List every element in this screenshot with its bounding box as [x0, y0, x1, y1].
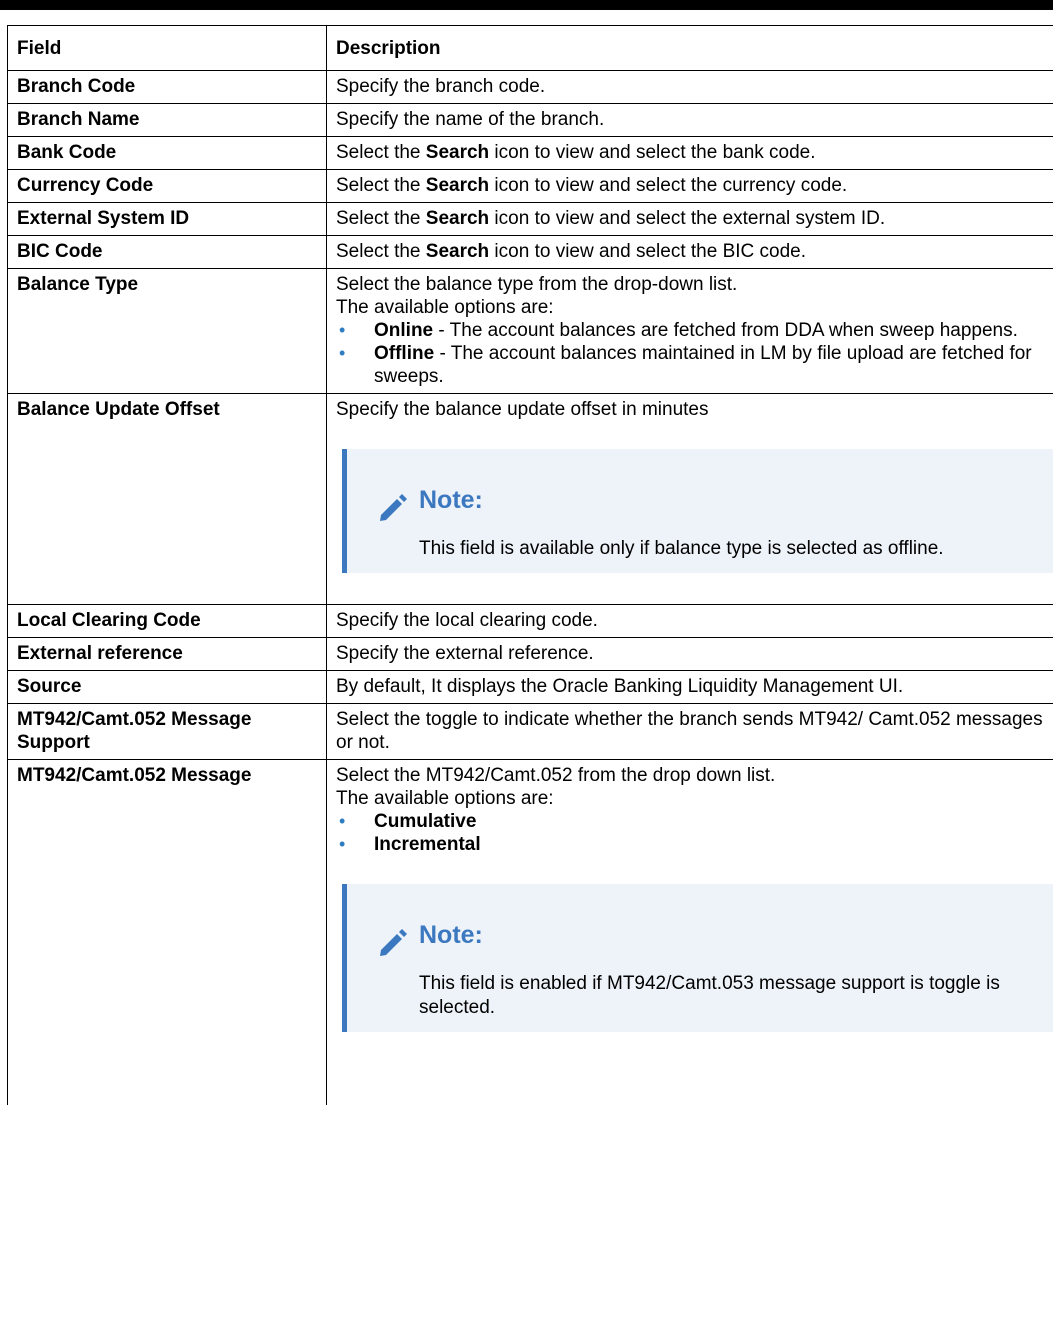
document-page: Field Description Branch Code Specify th…	[0, 0, 1053, 1330]
search-keyword: Search	[425, 208, 490, 229]
table-row: Local Clearing Code Specify the local cl…	[7, 604, 1053, 638]
field-name: Source	[7, 670, 327, 704]
field-description-table: Field Description Branch Code Specify th…	[7, 25, 1053, 1105]
field-name: Local Clearing Code	[7, 604, 327, 638]
search-keyword: Search	[425, 175, 490, 196]
table-row: MT942/Camt.052 Message Select the MT942/…	[7, 759, 1053, 1105]
desc-line: Select the balance type from the drop-do…	[336, 274, 738, 295]
search-keyword: Search	[425, 142, 490, 163]
desc-text: icon to view and select the BIC code.	[489, 241, 806, 262]
desc-line: The available options are:	[336, 788, 554, 809]
desc-text: Select the	[336, 208, 426, 229]
field-description: Specify the name of the branch.	[326, 103, 1053, 137]
field-name: MT942/Camt.052 Message Support	[7, 703, 327, 760]
field-description: Select the MT942/Camt.052 from the drop …	[326, 759, 1053, 1105]
table-row: Balance Type Select the balance type fro…	[7, 268, 1053, 394]
desc-text: icon to view and select the bank code.	[489, 142, 816, 163]
option-name: Online	[374, 320, 434, 341]
table-row: Balance Update Offset Specify the balanc…	[7, 393, 1053, 605]
field-name: BIC Code	[7, 235, 327, 269]
option-list: • Online - The account balances are fetch…	[336, 319, 1053, 388]
desc-text: icon to view and select the currency cod…	[489, 175, 848, 196]
pencil-icon	[380, 929, 407, 956]
field-name: Currency Code	[7, 169, 327, 203]
option-name: Offline	[374, 343, 435, 364]
bullet-icon: •	[339, 811, 346, 831]
table-row: Bank Code Select the Search icon to view…	[7, 136, 1053, 170]
bullet-icon: •	[339, 834, 346, 854]
field-name: External reference	[7, 637, 327, 671]
field-name: Branch Code	[7, 70, 327, 104]
table-row: Currency Code Select the Search icon to …	[7, 169, 1053, 203]
field-description: By default, It displays the Oracle Banki…	[326, 670, 1053, 704]
bullet-icon: •	[339, 320, 346, 340]
table-row: Branch Code Specify the branch code.	[7, 70, 1053, 104]
option-text: - The account balances are fetched from …	[433, 320, 1018, 341]
desc-text: icon to view and select the external sys…	[489, 208, 886, 229]
option-name: Incremental	[374, 834, 481, 855]
field-description: Select the Search icon to view and selec…	[326, 136, 1053, 170]
desc-line: Select the MT942/Camt.052 from the drop …	[336, 765, 776, 786]
field-description: Specify the external reference.	[326, 637, 1053, 671]
note-body: This field is available only if balance …	[419, 538, 944, 559]
field-description: Specify the balance update offset in min…	[326, 393, 1053, 605]
note-body: This field is enabled if MT942/Camt.053 …	[419, 973, 1000, 1018]
note-title: Note:	[419, 486, 483, 514]
desc-text: Select the	[336, 175, 426, 196]
option-text: - The account balances maintained in LM …	[374, 343, 1032, 387]
field-description: Specify the branch code.	[326, 70, 1053, 104]
table-row: BIC Code Select the Search icon to view …	[7, 235, 1053, 269]
desc-text: Select the	[336, 142, 426, 163]
field-description: Select the Search icon to view and selec…	[326, 169, 1053, 203]
bullet-icon: •	[339, 343, 346, 363]
field-description: Select the toggle to indicate whether th…	[326, 703, 1053, 760]
list-item: • Incremental	[336, 833, 1053, 856]
table-row: External System ID Select the Search ico…	[7, 202, 1053, 236]
field-name: External System ID	[7, 202, 327, 236]
desc-text: Select the	[336, 241, 426, 262]
field-name: Balance Update Offset	[7, 393, 327, 605]
field-name: Balance Type	[7, 268, 327, 394]
table-row: MT942/Camt.052 Message Support Select th…	[7, 703, 1053, 760]
table-row: Branch Name Specify the name of the bran…	[7, 103, 1053, 137]
field-description: Select the balance type from the drop-do…	[326, 268, 1053, 394]
search-keyword: Search	[425, 241, 490, 262]
field-name: Bank Code	[7, 136, 327, 170]
header-rule	[0, 0, 1053, 10]
note-box: Note: This field is enabled if MT942/Cam…	[342, 884, 1053, 1032]
field-description: Select the Search icon to view and selec…	[326, 235, 1053, 269]
desc-line: The available options are:	[336, 297, 554, 318]
table-header-row: Field Description	[7, 25, 1053, 71]
list-item: • Cumulative	[336, 810, 1053, 833]
desc-line: Specify the balance update offset in min…	[336, 399, 709, 420]
list-item: • Offline - The account balances maintain…	[336, 342, 1053, 388]
pencil-icon	[380, 494, 407, 521]
table-row: Source By default, It displays the Oracl…	[7, 670, 1053, 704]
column-header-description: Description	[326, 25, 1053, 71]
note-box: Note: This field is available only if ba…	[342, 449, 1053, 573]
field-name: Branch Name	[7, 103, 327, 137]
column-header-field: Field	[7, 25, 327, 71]
field-description: Specify the local clearing code.	[326, 604, 1053, 638]
table-row: External reference Specify the external …	[7, 637, 1053, 671]
note-title: Note:	[419, 921, 483, 949]
field-description: Select the Search icon to view and selec…	[326, 202, 1053, 236]
option-list: • Cumulative • Incremental	[336, 810, 1053, 856]
list-item: • Online - The account balances are fetch…	[336, 319, 1053, 342]
option-name: Cumulative	[374, 811, 477, 832]
field-name: MT942/Camt.052 Message	[7, 759, 327, 1105]
